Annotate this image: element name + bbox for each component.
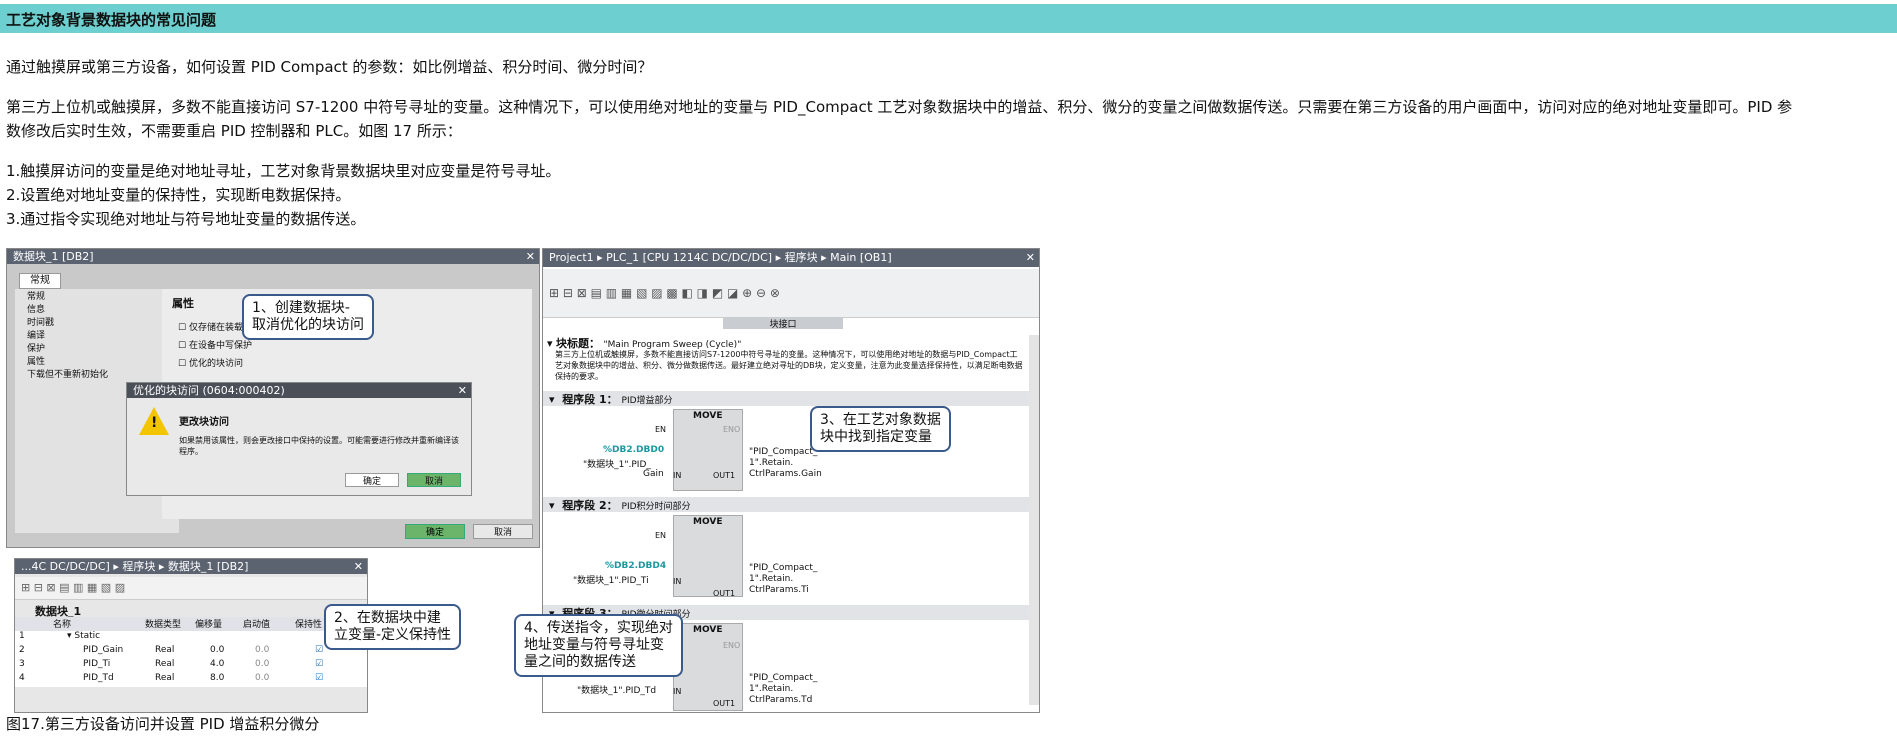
nav-item[interactable]: 编译 <box>27 330 167 343</box>
in-address: %DB2.DBD4 <box>605 561 667 571</box>
tab-general[interactable]: 常规 <box>19 273 61 289</box>
retain-checkbox[interactable]: ☑ <box>315 659 323 669</box>
dialog-heading: 更改块访问 <box>179 417 229 428</box>
nav-item[interactable]: 保护 <box>27 343 167 356</box>
in-pin: IN <box>673 687 682 696</box>
col-start: 启动值 <box>243 620 271 630</box>
db-window-titlebar: 数据块_1 [DB2] ✕ <box>7 249 539 264</box>
out-pin: OUT1 <box>713 699 736 708</box>
col-type: 数据类型 <box>145 620 182 630</box>
out-symbol: "PID_Compact_ 1".Retain. CtrlParams.Td <box>749 673 818 705</box>
col-offset: 偏移量 <box>195 620 223 630</box>
list-item-2: 2.设置绝对地址变量的保持性，实现断电数据保持。 <box>6 186 351 204</box>
in-symbol: "数据块_1".PID_Td <box>577 686 657 696</box>
vertical-scrollbar[interactable] <box>1029 335 1039 705</box>
check-load-only[interactable]: ☐ 仅存储在装载 <box>178 319 252 337</box>
change-access-dialog: 优化的块访问 (0604:000402) ✕ ! 更改块访问 如果禁用该属性，则会… <box>126 382 472 496</box>
nav-item[interactable]: 下载但不重新初始化 <box>27 369 167 382</box>
out-pin: OUT1 <box>713 471 736 480</box>
eno-pin: ENO <box>723 425 741 434</box>
ob1-title: Project1 ▸ PLC_1 [CPU 1214C DC/DC/DC] ▸ … <box>549 251 892 264</box>
nav-item[interactable]: 属性 <box>27 356 167 369</box>
in-symbol-cont: Gain <box>643 469 664 479</box>
nav-item[interactable]: 时间戳 <box>27 317 167 330</box>
move-label: MOVE <box>693 411 723 421</box>
question-paragraph: 通过触摸屏或第三方设备，如何设置 PID Compact 的参数：如比例增益、积… <box>6 58 653 76</box>
db-table-window: ...4C DC/DC/DC] ▸ 程序块 ▸ 数据块_1 [DB2] ✕ ⊞ ⊟… <box>14 558 368 713</box>
retain-checkbox[interactable]: ☑ <box>315 645 323 655</box>
list-item-1: 1.触摸屏访问的变量是绝对地址寻址，工艺对象背景数据块里对应变量是符号寻址。 <box>6 162 561 180</box>
answer-line-2: 数修改后实时生效，不需要重启 PID 控制器和 PLC。如图 17 所示： <box>6 122 462 140</box>
dialog-title: 优化的块访问 (0604:000402) <box>133 384 285 397</box>
dialog-ok-button[interactable]: 确定 <box>345 473 399 487</box>
figure-caption: 图17.第三方设备访问并设置 PID 增益积分微分 <box>6 715 320 733</box>
network-1-header[interactable]: ▾ 程序段 1： PID增益部分 <box>543 391 1035 406</box>
move-label: MOVE <box>693 625 723 635</box>
en-pin: EN <box>655 531 667 540</box>
block-interface-bar[interactable]: 块接口 <box>723 317 843 330</box>
warning-mark: ! <box>151 415 158 431</box>
callout-2: 2、在数据块中建 立变量-定义保持性 <box>324 604 462 650</box>
table-row[interactable]: 1 ▾ Static <box>15 631 367 645</box>
table-header: 名称 数据类型 偏移量 启动值 保持性 <box>15 617 367 631</box>
close-icon[interactable]: ✕ <box>526 249 535 264</box>
out-pin: OUT1 <box>713 589 736 598</box>
table-row[interactable]: 2 PID_Gain Real 0.0 0.0 ☑ <box>15 645 367 659</box>
move-block-3[interactable] <box>673 623 743 711</box>
move-label: MOVE <box>693 517 723 527</box>
retain-checkbox[interactable]: ☑ <box>315 673 323 683</box>
move-block-2[interactable] <box>673 515 743 597</box>
out-symbol: "PID_Compact_ 1".Retain. CtrlParams.Ti <box>749 563 818 595</box>
callout-1: 1、创建数据块- 取消优化的块访问 <box>242 294 374 340</box>
ok-button[interactable]: 确定 <box>405 524 465 539</box>
answer-line-1: 第三方上位机或触摸屏，多数不能直接访问 S7-1200 中符号寻址的变量。这种情… <box>6 98 1793 116</box>
dialog-titlebar: 优化的块访问 (0604:000402) ✕ <box>127 383 471 398</box>
cancel-button[interactable]: 取消 <box>473 524 533 539</box>
check-optimized-access[interactable]: ☐ 优化的块访问 <box>178 355 252 373</box>
callout-3: 3、在工艺对象数据 块中找到指定变量 <box>810 406 951 452</box>
db-table: 名称 数据类型 偏移量 启动值 保持性 1 ▾ Static 2 PID_Gain… <box>15 617 367 687</box>
dialog-cancel-button[interactable]: 取消 <box>407 473 461 487</box>
properties-checkboxes: ☐ 仅存储在装载 ☐ 在设备中写保护 ☐ 优化的块访问 <box>178 319 252 373</box>
ob1-titlebar: Project1 ▸ PLC_1 [CPU 1214C DC/DC/DC] ▸ … <box>543 249 1039 267</box>
check-write-protect[interactable]: ☐ 在设备中写保护 <box>178 337 252 355</box>
in-symbol: "数据块_1".PID_Ti <box>573 576 649 586</box>
network-2-header[interactable]: ▾ 程序段 2： PID积分时间部分 <box>543 497 1035 512</box>
col-retain: 保持性 <box>295 620 323 630</box>
en-pin: EN <box>655 425 667 434</box>
in-pin: IN <box>673 577 682 586</box>
dialog-text: 如果禁用该属性，则会更改接口中保持的设置。可能需要进行修改并重新编译该程序。 <box>179 436 459 456</box>
close-icon[interactable]: ✕ <box>1026 249 1035 267</box>
db-window-title: 数据块_1 [DB2] <box>13 250 94 263</box>
figure-17: 数据块_1 [DB2] ✕ 常规 常规 信息 时间戳 编译 保护 属性 下载但不重… <box>6 248 1040 713</box>
block-comment: 第三方上位机或触摸屏，多数不能直接访问S7-1200中符号寻址的变量。这种情况下… <box>555 350 1023 381</box>
out-symbol: "PID_Compact_ 1".Retain. CtrlParams.Gain <box>749 447 822 479</box>
properties-heading: 属性 <box>172 297 194 310</box>
table-row[interactable]: 3 PID_Ti Real 4.0 0.0 ☑ <box>15 659 367 673</box>
in-symbol: "数据块_1".PID_ <box>583 460 651 470</box>
eno-pin: ENO <box>723 641 741 650</box>
list-item-3: 3.通过指令实现绝对地址与符号地址变量的数据传送。 <box>6 210 366 228</box>
db-table-toolbar: ⊞ ⊟ ⊠ ▤ ▥ ▦ ▧ ▨ <box>15 577 367 600</box>
col-name: 名称 <box>53 620 72 630</box>
nav-item[interactable]: 常规 <box>27 291 167 304</box>
section-title: 工艺对象背景数据块的常见问题 <box>6 11 217 29</box>
table-row[interactable]: 4 PID_Td Real 8.0 0.0 ☑ <box>15 673 367 687</box>
ob1-toolbar: ⊞ ⊟ ⊠ ▤ ▥ ▦ ▧ ▨ ▩ ◧ ◨ ◩ ◪ ⊕ ⊖ ⊗ <box>543 269 1039 318</box>
db-table-title: ...4C DC/DC/DC] ▸ 程序块 ▸ 数据块_1 [DB2] <box>21 560 249 573</box>
in-address: %DB2.DBD0 <box>603 445 665 455</box>
in-pin: IN <box>673 471 682 480</box>
callout-4: 4、传送指令，实现绝对 地址变量与符号寻址变 量之间的数据传送 <box>514 614 683 677</box>
section-header: 工艺对象背景数据块的常见问题 <box>0 4 1897 33</box>
close-icon[interactable]: ✕ <box>458 383 467 398</box>
close-icon[interactable]: ✕ <box>354 559 363 574</box>
nav-item[interactable]: 信息 <box>27 304 167 317</box>
db-table-titlebar: ...4C DC/DC/DC] ▸ 程序块 ▸ 数据块_1 [DB2] ✕ <box>15 559 367 574</box>
